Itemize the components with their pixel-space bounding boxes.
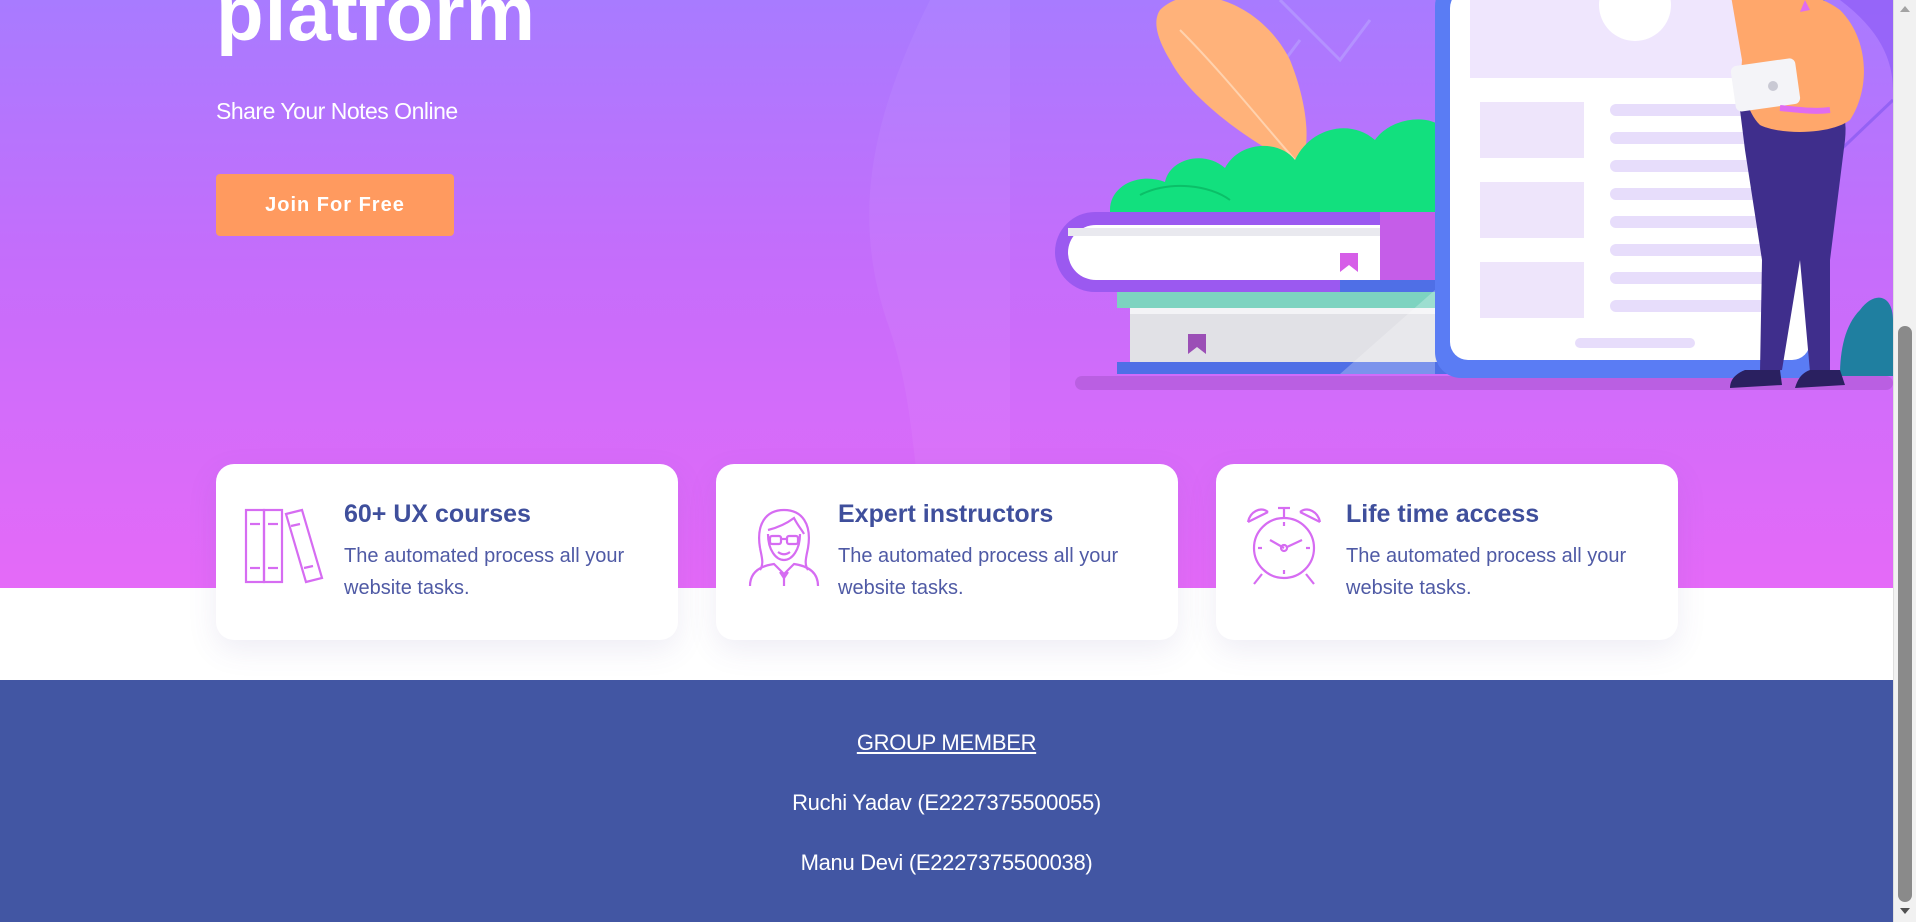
vertical-scrollbar[interactable] xyxy=(1893,0,1916,922)
footer: GROUP MEMBER Ruchi Yadav (E2227375500055… xyxy=(0,680,1893,922)
features-row: 60+ UX courses The automated process all… xyxy=(216,464,1680,640)
feature-title: Expert instructors xyxy=(838,500,1054,528)
books-icon xyxy=(244,508,324,584)
feature-card-access: Life time access The automated process a… xyxy=(1216,464,1678,640)
scroll-down-arrow-icon[interactable] xyxy=(1900,908,1910,914)
feature-description: The automated process all your website t… xyxy=(838,545,1119,599)
feature-card-courses: 60+ UX courses The automated process all… xyxy=(216,464,678,640)
page: platform Share Your Notes Online Join Fo… xyxy=(0,0,1916,922)
feature-card-instructors: Expert instructors The automated process… xyxy=(716,464,1178,640)
scroll-up-arrow-icon[interactable] xyxy=(1900,6,1910,12)
join-for-free-button[interactable]: Join For Free xyxy=(216,174,454,236)
member-name: Ruchi Yadav (E2227375500055) xyxy=(792,790,1101,815)
hero-title: platform xyxy=(216,0,536,57)
feature-description: The automated process all your website t… xyxy=(344,545,625,599)
alarm-clock-icon xyxy=(1246,506,1322,585)
group-member-heading: GROUP MEMBER xyxy=(856,730,1037,755)
feature-title: Life time access xyxy=(1346,500,1540,528)
feature-description: The automated process all your website t… xyxy=(1346,545,1627,599)
scrollbar-thumb[interactable] xyxy=(1898,326,1912,902)
instructor-icon xyxy=(748,508,820,587)
hero-subtitle: Share Your Notes Online xyxy=(216,98,458,124)
feature-title: 60+ UX courses xyxy=(344,500,531,528)
member-name: Manu Devi (E2227375500038) xyxy=(800,850,1093,875)
hero-illustration xyxy=(1055,0,1893,390)
